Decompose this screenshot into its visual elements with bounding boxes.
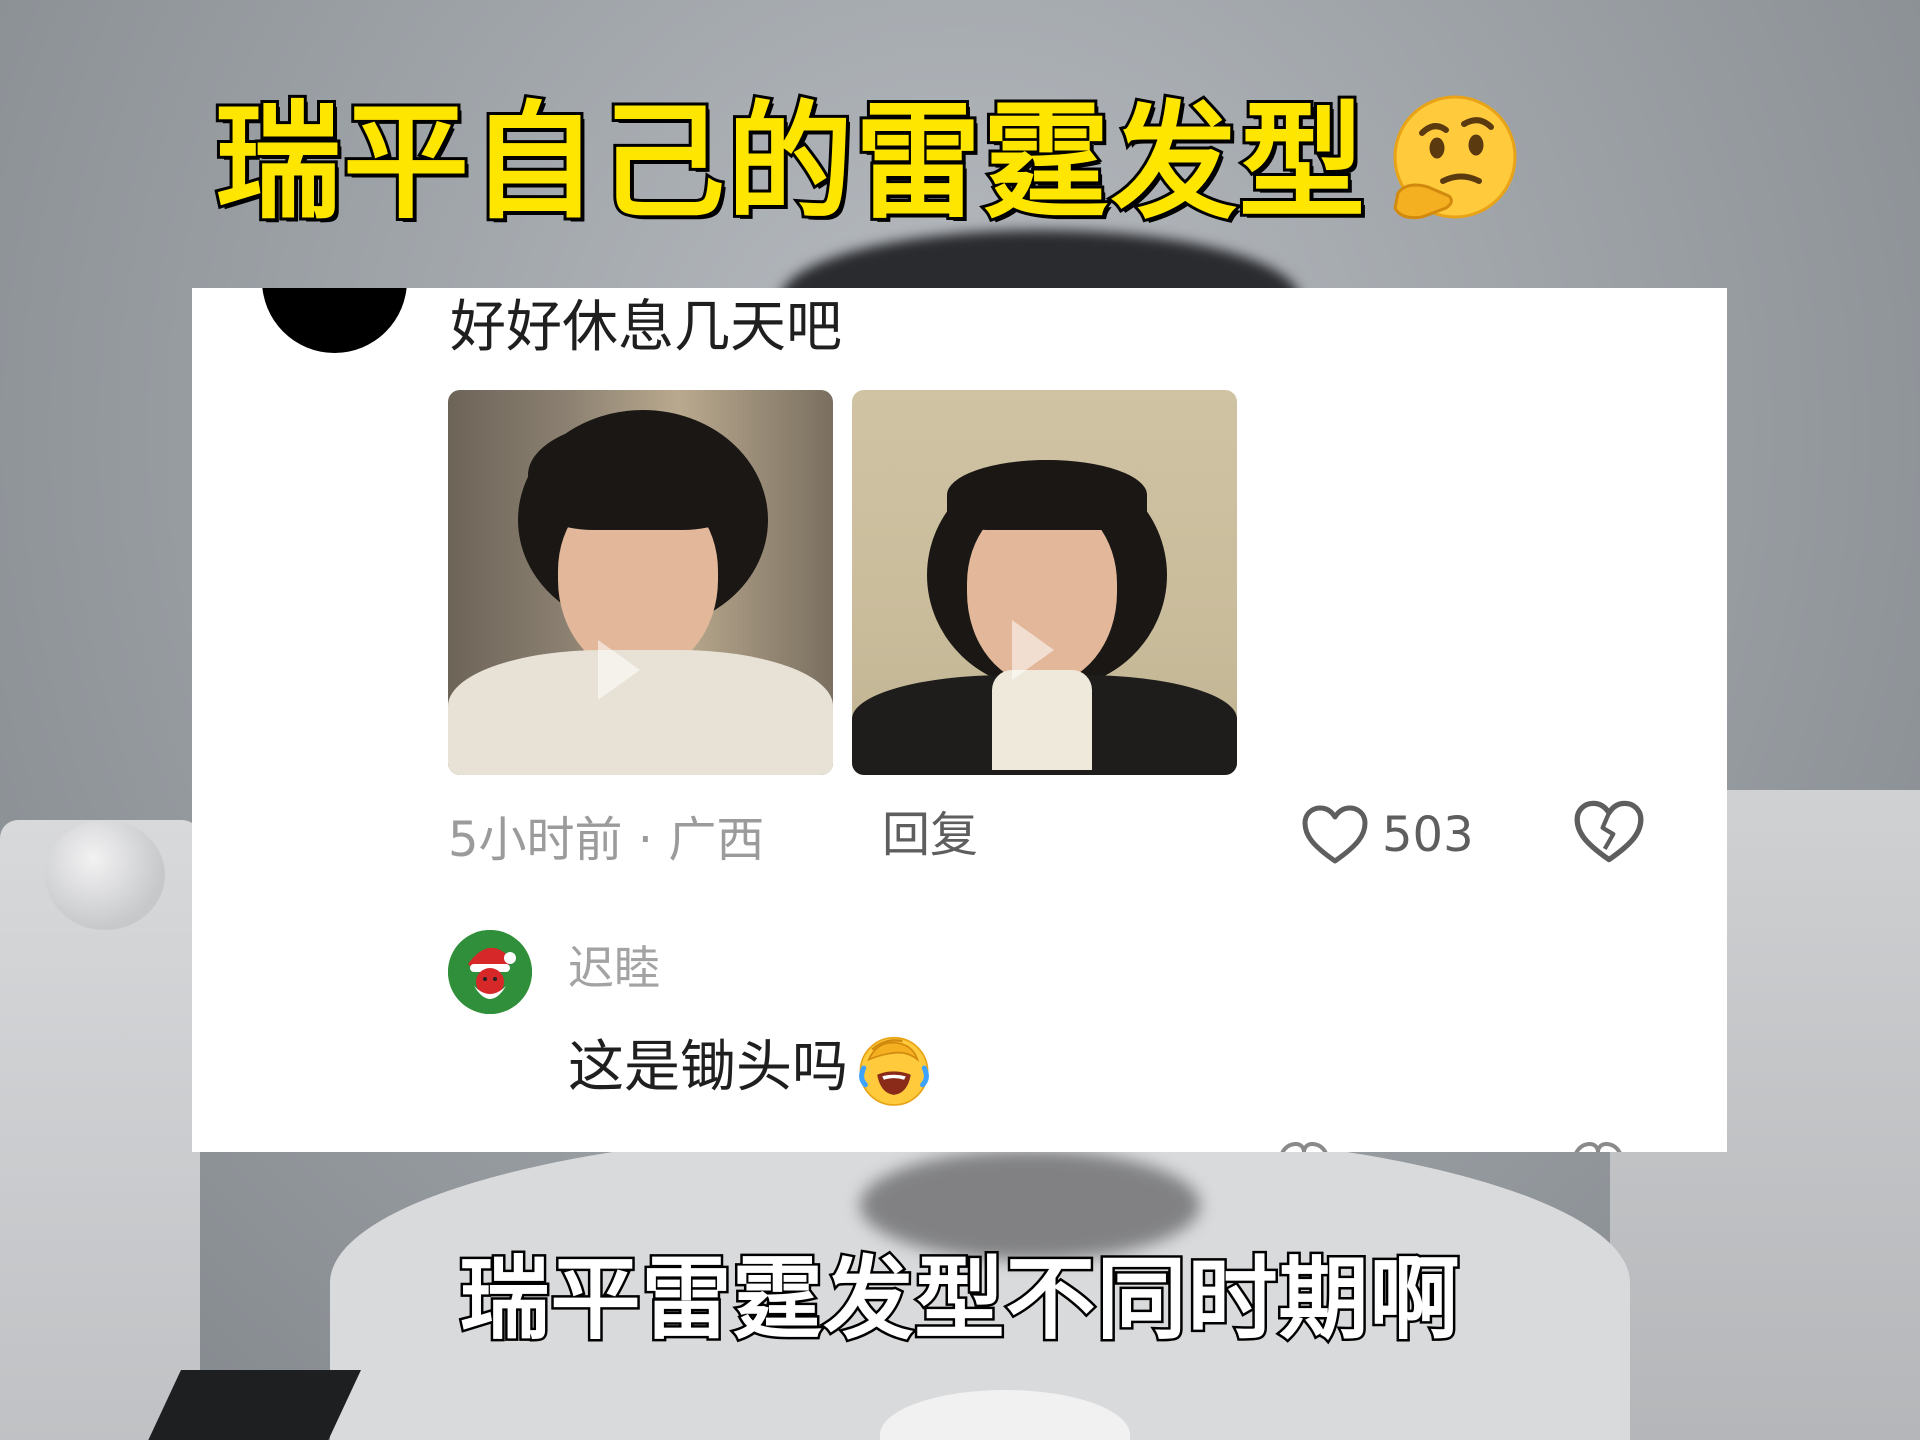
comment-photo-2[interactable] (852, 390, 1237, 775)
background-hair-shadow (860, 1150, 1200, 1260)
dislike-button[interactable] (1574, 800, 1644, 870)
reply-avatar[interactable] (448, 930, 532, 1014)
comment-time-location: 5小时前 · 广西 (448, 812, 765, 868)
reply-comment: 这是锄头吗 (568, 1028, 936, 1108)
comment-meta: 5小时前 · 广西 (448, 802, 764, 868)
reply-text: 这是锄头吗 (568, 1035, 848, 1100)
laughing-facepalm-icon (859, 1036, 929, 1106)
heart-icon (1302, 805, 1368, 864)
like-count: 503 (1382, 807, 1474, 863)
broken-heart-icon-partial (1574, 1141, 1622, 1152)
avatar[interactable] (262, 288, 407, 353)
title-banner: 瑞平自己的雷霆发型 (212, 78, 1715, 248)
thinking-face-icon (1393, 95, 1517, 220)
comment-text: 好好休息几天吧 (450, 295, 842, 360)
reply-username[interactable]: 迟睦 (568, 938, 660, 998)
comment-card: 好好休息几天吧 5小时前 · 广西 回复 503 迟睦 这是锄头吗 (192, 288, 1727, 1152)
santa-avatar-icon (448, 930, 532, 1014)
broken-heart-icon (1574, 800, 1644, 863)
background-bed-knob (45, 820, 165, 930)
heart-icon-partial (1280, 1141, 1328, 1152)
video-title: 瑞平自己的雷霆发型 (212, 89, 1368, 236)
like-button[interactable]: 503 (1302, 798, 1474, 872)
next-comment-partial (568, 1140, 1668, 1152)
comment-photo-1[interactable] (448, 390, 833, 775)
video-frame: 瑞平自己的雷霆发型 好好休息几天吧 5小时前 · 广西 回复 503 迟睦 这是… (0, 0, 1920, 1440)
video-subtitle: 瑞平雷霆发型不同时期啊 (457, 1245, 1462, 1355)
reply-button[interactable]: 回复 (882, 802, 978, 868)
